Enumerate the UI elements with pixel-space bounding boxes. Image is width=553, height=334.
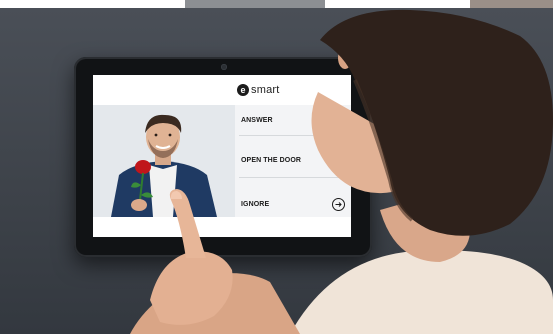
background-picture-edge [185, 0, 325, 8]
open-door-label: OPEN THE DOOR [241, 156, 302, 164]
logo-text: smart [251, 84, 280, 96]
ignore-button[interactable]: IGNORE [235, 191, 351, 217]
ignore-label: IGNORE [241, 200, 270, 208]
screen-header: e smart [93, 75, 351, 105]
logo-mark: e [237, 84, 249, 96]
key-icon [332, 153, 345, 167]
intercom-screen: e smart ANSWER OPEN THE DOOR IGNORE [93, 75, 351, 237]
photo-scene: e smart ANSWER OPEN THE DOOR IGNORE [0, 0, 553, 334]
visitor-video [93, 105, 235, 217]
open-door-button[interactable]: OPEN THE DOOR [235, 147, 351, 173]
divider [239, 135, 347, 136]
visitor-image [93, 105, 235, 217]
answer-button[interactable]: ANSWER [235, 107, 351, 133]
divider [239, 177, 347, 178]
action-panel: ANSWER OPEN THE DOOR IGNORE [235, 105, 351, 217]
brand-logo: e smart [237, 83, 280, 97]
background-picture-edge-right [470, 0, 553, 8]
arrow-right-icon [332, 197, 345, 211]
screen-footer [93, 217, 351, 237]
answer-label: ANSWER [241, 116, 273, 124]
tablet-camera [221, 64, 227, 70]
